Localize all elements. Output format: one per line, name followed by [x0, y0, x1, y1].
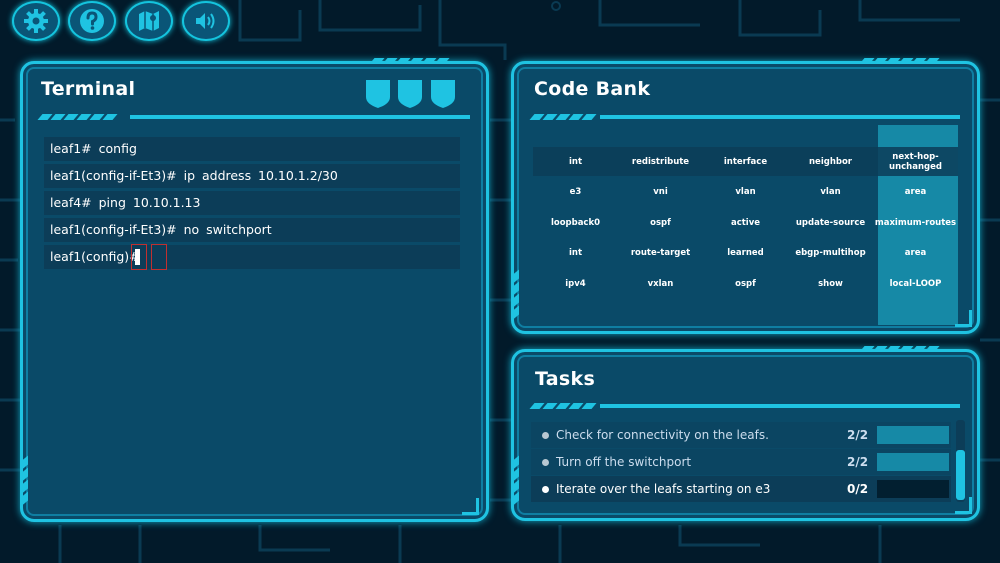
code-bank-title-rule [600, 115, 960, 119]
terminal-prompt: leaf1(config)# [50, 249, 140, 264]
task-bullet [542, 459, 549, 466]
task-label: Turn off the switchport [556, 455, 692, 469]
code-bank-title: Code Bank [534, 78, 651, 100]
code-bank-row: int route-target learned ebgp-multihop a… [533, 238, 963, 268]
code-bank-token[interactable]: ospf [618, 208, 703, 238]
task-item: Turn off the switchport 2/2 [531, 449, 951, 475]
code-bank-token[interactable]: area [873, 177, 958, 207]
code-bank-token[interactable]: e3 [533, 177, 618, 207]
task-label: Iterate over the leafs starting on e3 [556, 482, 771, 496]
terminal-input-slot[interactable] [151, 244, 167, 270]
terminal-side-stripes [22, 455, 28, 506]
tasks-corner [955, 497, 972, 514]
map-button[interactable] [125, 1, 173, 41]
terminal-panel [20, 61, 489, 522]
task-progress-fill [877, 453, 949, 471]
code-bank-row: loopback0 ospf active update-source maxi… [533, 208, 963, 238]
tasks-scrollbar-thumb[interactable] [956, 450, 965, 500]
code-bank-token[interactable]: loopback0 [533, 208, 618, 238]
code-bank-token[interactable]: ipv4 [533, 269, 618, 299]
shield-icon [398, 80, 422, 108]
terminal-corner [462, 498, 479, 515]
sound-button[interactable] [182, 1, 230, 41]
code-bank-token[interactable]: ospf [703, 269, 788, 299]
terminal-input-slot[interactable] [131, 244, 147, 270]
task-progress-bar [877, 453, 949, 471]
question-icon [80, 9, 104, 33]
tasks-title-rule [600, 404, 960, 408]
code-bank-token[interactable]: vni [618, 177, 703, 207]
code-bank-token[interactable]: next-hop-unchanged [873, 147, 958, 177]
map-icon [139, 11, 159, 31]
terminal-title: Terminal [41, 78, 136, 100]
tasks-side-stripes [513, 455, 519, 506]
code-bank-token[interactable]: interface [703, 147, 788, 177]
task-progress-fill [877, 426, 949, 444]
task-progress-bar [877, 480, 949, 498]
code-bank-header-stripes [859, 58, 940, 64]
code-bank-token[interactable]: active [703, 208, 788, 238]
terminal-line: leaf1(config-if-Et3)# no switchport [44, 218, 460, 242]
task-count: 0/2 [847, 482, 869, 496]
code-bank-token[interactable]: int [533, 238, 618, 268]
code-bank-token[interactable]: vlan [703, 177, 788, 207]
terminal-line: leaf1# config [44, 137, 460, 161]
terminal-line: leaf1(config-if-Et3)# ip address 10.10.1… [44, 164, 460, 188]
code-bank-token[interactable]: route-target [618, 238, 703, 268]
settings-button[interactable] [12, 1, 60, 41]
code-bank-token[interactable]: ebgp-multihop [788, 238, 873, 268]
code-bank-token[interactable]: vlan [788, 177, 873, 207]
task-bullet [542, 432, 549, 439]
terminal-line: leaf4# ping 10.10.1.13 [44, 191, 460, 215]
task-count: 2/2 [847, 455, 869, 469]
code-bank-row: ipv4 vxlan ospf show local-LOOP [533, 269, 963, 299]
code-bank-corner [955, 310, 972, 327]
code-bank-token[interactable]: learned [703, 238, 788, 268]
shield-icon [431, 80, 455, 108]
code-bank-token[interactable]: local-LOOP [873, 269, 958, 299]
terminal-rule-stripes [37, 114, 118, 120]
code-bank-token[interactable]: vxlan [618, 269, 703, 299]
code-bank-token[interactable]: maximum-routes [873, 208, 958, 238]
shield-icon [366, 80, 390, 108]
task-item: Iterate over the leafs starting on e3 0/… [531, 476, 951, 502]
gear-icon [24, 9, 48, 33]
code-bank-token[interactable]: redistribute [618, 147, 703, 177]
tasks-scrollbar[interactable] [956, 420, 965, 502]
code-bank-rule-stripes [529, 114, 597, 120]
tasks-header-stripes [859, 346, 940, 352]
code-bank-side-stripes [513, 269, 519, 320]
task-item: Check for connectivity on the leafs. 2/2 [531, 422, 951, 448]
text-cursor [135, 249, 140, 265]
terminal-header-stripes [369, 58, 450, 64]
code-bank-token[interactable]: area [873, 238, 958, 268]
tasks-title: Tasks [535, 368, 596, 390]
task-progress-bar [877, 426, 949, 444]
speaker-icon [196, 13, 215, 29]
help-button[interactable] [68, 1, 116, 41]
task-label: Check for connectivity on the leafs. [556, 428, 769, 442]
code-bank-token[interactable]: update-source [788, 208, 873, 238]
code-bank-token[interactable]: neighbor [788, 147, 873, 177]
task-count: 2/2 [847, 428, 869, 442]
code-bank-token[interactable]: show [788, 269, 873, 299]
terminal-input-line[interactable]: leaf1(config)# [44, 245, 460, 269]
task-bullet [542, 486, 549, 493]
tasks-rule-stripes [529, 403, 597, 409]
code-bank-token[interactable]: int [533, 147, 618, 177]
terminal-title-rule [130, 115, 470, 119]
code-bank-row: e3 vni vlan vlan area [533, 177, 963, 207]
code-bank-row: int redistribute interface neighbor next… [533, 147, 963, 177]
